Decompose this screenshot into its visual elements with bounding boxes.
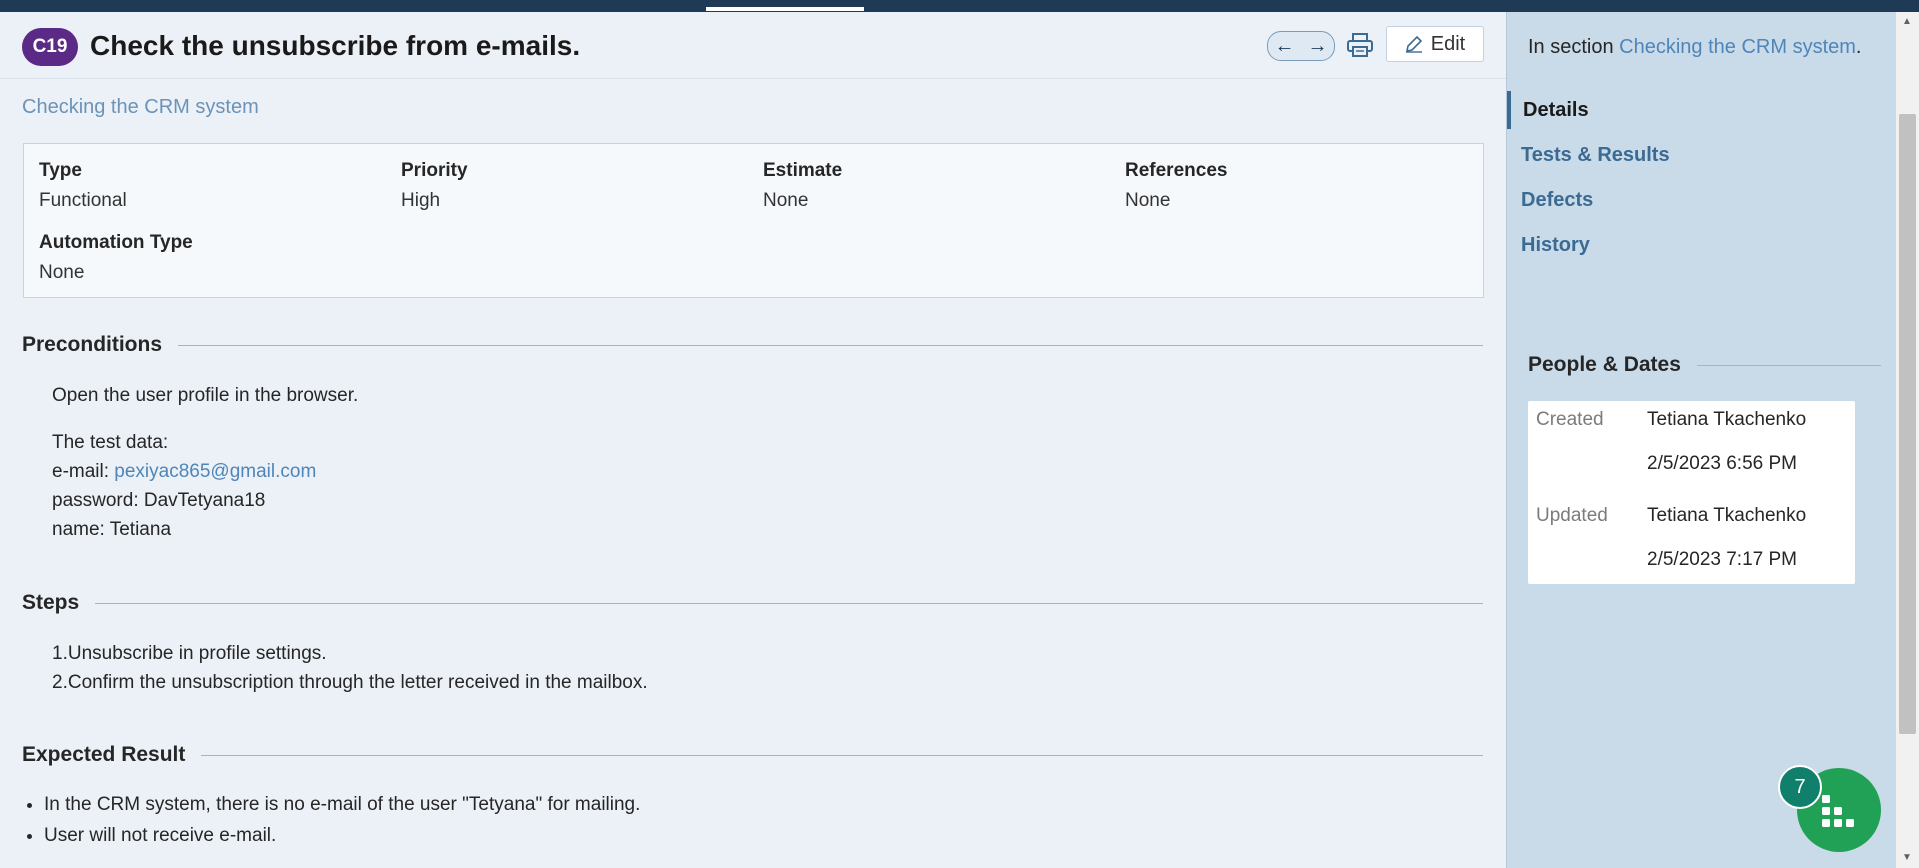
notification-count-badge: 7	[1778, 765, 1822, 809]
preconditions-heading: Preconditions	[22, 333, 1483, 357]
case-id-badge: C19	[22, 28, 78, 66]
expected-result-heading: Expected Result	[22, 743, 1483, 767]
section-title: People & Dates	[1528, 353, 1681, 376]
in-section-prefix: In section	[1528, 36, 1620, 58]
scroll-up-arrow-icon[interactable]: ▲	[1902, 16, 1912, 27]
steps-heading: Steps	[22, 591, 1483, 615]
section-title: Steps	[22, 591, 80, 614]
property-label: Automation Type	[39, 232, 193, 253]
updated-date: 2/5/2023 7:17 PM	[1647, 549, 1797, 570]
expected-result-list: In the CRM system, there is no e-mail of…	[0, 789, 640, 851]
sidebar-item-history[interactable]: History	[1507, 226, 1897, 264]
scrollbar-thumb[interactable]	[1899, 114, 1916, 734]
top-navigation-bar	[0, 0, 1919, 12]
case-header: C19 Check the unsubscribe from e-mails. …	[0, 12, 1506, 79]
email-prefix: e-mail:	[52, 461, 115, 482]
precondition-text: Open the user profile in the browser.	[52, 385, 359, 406]
sidebar-item-label: Details	[1523, 98, 1589, 121]
previous-case-arrow-icon[interactable]: ←	[1275, 36, 1295, 56]
people-dates-heading: People & Dates	[1528, 352, 1881, 378]
right-sidebar: In section Checking the CRM system. Deta…	[1506, 12, 1897, 868]
case-title: Check the unsubscribe from e-mails.	[90, 30, 581, 61]
section-title: Expected Result	[22, 743, 186, 766]
list-item: In the CRM system, there is no e-mail of…	[44, 789, 640, 820]
property-priority: Priority High	[401, 160, 468, 212]
precondition-text: password: DavTetyana18	[52, 490, 266, 511]
updated-label: Updated	[1536, 505, 1608, 526]
property-type: Type Functional	[39, 160, 127, 212]
property-value: None	[39, 262, 85, 283]
property-label: Priority	[401, 160, 468, 181]
section-divider	[95, 602, 1483, 604]
created-label: Created	[1536, 409, 1604, 430]
list-item: User will not receive e-mail.	[44, 820, 640, 851]
sidebar-item-label: Tests & Results	[1521, 143, 1670, 166]
prev-next-navigation: ← →	[1267, 31, 1335, 61]
section-divider	[178, 344, 1483, 346]
active-tab-indicator	[706, 7, 864, 11]
property-value: None	[763, 190, 809, 211]
updated-by: Tetiana Tkachenko	[1647, 505, 1807, 526]
printer-icon	[1347, 33, 1373, 57]
print-button[interactable]	[1345, 30, 1375, 60]
property-label: References	[1125, 160, 1228, 181]
property-label: Estimate	[763, 160, 843, 181]
property-automation-type: Automation Type None	[39, 232, 193, 284]
sidebar-item-details[interactable]: Details	[1507, 91, 1901, 129]
created-date: 2/5/2023 6:56 PM	[1647, 453, 1797, 474]
edit-button[interactable]: Edit	[1386, 26, 1484, 62]
case-properties-box: Type Functional Priority High Estimate N…	[23, 143, 1484, 298]
case-main-panel: C19 Check the unsubscribe from e-mails. …	[0, 12, 1506, 868]
sidebar-item-label: Defects	[1521, 188, 1594, 211]
section-title: Preconditions	[22, 333, 163, 356]
in-section-info: In section Checking the CRM system.	[1528, 36, 1861, 59]
property-label: Type	[39, 160, 82, 181]
edit-button-label: Edit	[1430, 32, 1466, 55]
created-by: Tetiana Tkachenko	[1647, 409, 1807, 430]
property-value: Functional	[39, 190, 127, 211]
people-dates-box: Created Tetiana Tkachenko 2/5/2023 6:56 …	[1528, 401, 1855, 584]
precondition-email-line: e-mail: pexiyac865@gmail.com	[52, 457, 316, 486]
property-value: High	[401, 190, 441, 211]
section-divider	[1696, 364, 1881, 366]
scroll-down-arrow-icon[interactable]: ▼	[1902, 852, 1912, 863]
step-item: 1.Unsubscribe in profile settings.	[52, 643, 327, 664]
pencil-icon	[1405, 35, 1422, 53]
in-section-link[interactable]: Checking the CRM system	[1619, 36, 1856, 58]
sidebar-item-label: History	[1521, 233, 1590, 256]
step-item: 2.Confirm the unsubscription through the…	[52, 672, 648, 693]
section-breadcrumb-link[interactable]: Checking the CRM system	[22, 96, 259, 119]
in-section-suffix: .	[1855, 36, 1862, 58]
section-divider	[201, 754, 1483, 756]
property-value: None	[1125, 190, 1171, 211]
property-references: References None	[1125, 160, 1227, 212]
email-link[interactable]: pexiyac865@gmail.com	[114, 461, 316, 482]
next-case-arrow-icon[interactable]: →	[1308, 36, 1328, 56]
vertical-scrollbar[interactable]: ▲ ▼	[1896, 12, 1919, 868]
precondition-text: The test data:	[52, 432, 169, 453]
sidebar-item-defects[interactable]: Defects	[1507, 181, 1897, 219]
property-estimate: Estimate None	[763, 160, 842, 212]
sidebar-item-tests-results[interactable]: Tests & Results	[1507, 136, 1897, 174]
precondition-text: name: Tetiana	[52, 519, 172, 540]
